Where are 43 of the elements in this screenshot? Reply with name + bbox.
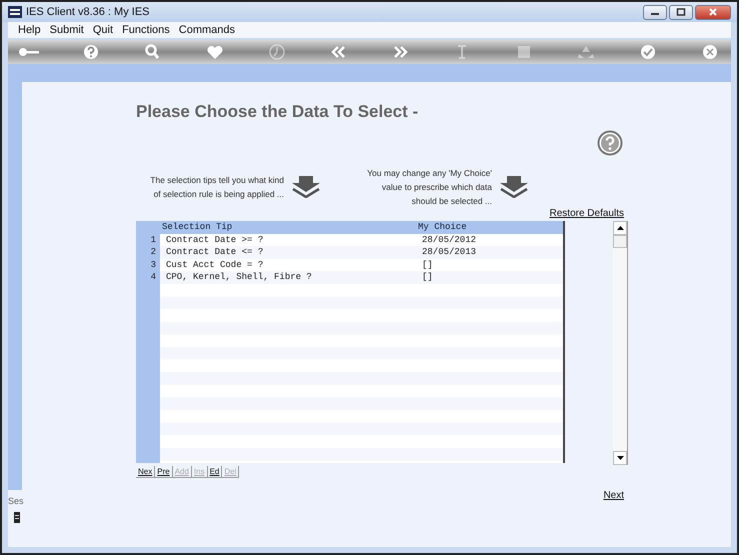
- tip-text: The selection tips tell you what kind of selection rule is being applied ...: [149, 174, 284, 201]
- scroll-thumb[interactable]: [613, 235, 627, 248]
- menu-item[interactable]: Quit: [92, 24, 114, 36]
- table-cell-text: Contract Date <= ?: [165, 246, 264, 259]
- menu-item[interactable]: Submit: [50, 24, 84, 36]
- table-cell-text: []: [421, 271, 433, 284]
- table-cell-text: Cust Acct Code = ?: [165, 258, 264, 272]
- chevron-down-icon: [292, 176, 320, 198]
- next-link[interactable]: Next: [603, 490, 624, 501]
- scroll-down-icon[interactable]: [616, 456, 624, 460]
- row-action-button[interactable]: Nex: [136, 466, 156, 478]
- page-heading: Please Choose the Data To Select -: [136, 102, 420, 122]
- scroll-up-icon[interactable]: [616, 226, 624, 230]
- help-icon[interactable]: [597, 130, 623, 156]
- close-icon: [708, 8, 718, 16]
- minimize-button[interactable]: [643, 4, 667, 20]
- row-number: 2: [136, 246, 160, 259]
- column-header: Selection Tip: [161, 221, 234, 234]
- row-number: 3: [136, 258, 160, 272]
- menu-item[interactable]: Functions: [122, 24, 170, 36]
- sidebar-label: Ses: [8, 496, 24, 506]
- table-cell-text: 28/05/2012: [421, 234, 476, 246]
- maximize-icon: [676, 8, 686, 16]
- table-cell-text: []: [421, 258, 433, 272]
- app-icon: [8, 6, 22, 18]
- table-cell-text: Contract Date >= ?: [165, 234, 264, 246]
- maximize-button[interactable]: [669, 4, 693, 20]
- row-number: 1: [136, 234, 160, 246]
- menu-item[interactable]: Commands: [178, 24, 236, 36]
- table-cell-text: CPO, Kernel, Shell, Fibre ?: [165, 271, 313, 284]
- row-number: 4: [136, 271, 160, 284]
- chevron-down-icon: [500, 176, 528, 198]
- row-action-button[interactable]: Pre: [155, 466, 173, 478]
- stack-icon: [14, 512, 20, 523]
- row-action-button[interactable]: Ed: [208, 466, 222, 478]
- close-button[interactable]: [695, 4, 731, 20]
- tip-text: You may change any 'My Choice' value to prescribe which data should be selected ...: [366, 167, 492, 208]
- scrollbar[interactable]: [613, 221, 628, 465]
- table-cell-text: 28/05/2013: [421, 246, 476, 259]
- column-header: My Choice: [417, 221, 467, 234]
- menu-item[interactable]: Help: [18, 24, 41, 36]
- restore-defaults-link[interactable]: Restore Defaults: [550, 208, 624, 219]
- window-title: IES Client v8.36 : My IES: [26, 6, 150, 18]
